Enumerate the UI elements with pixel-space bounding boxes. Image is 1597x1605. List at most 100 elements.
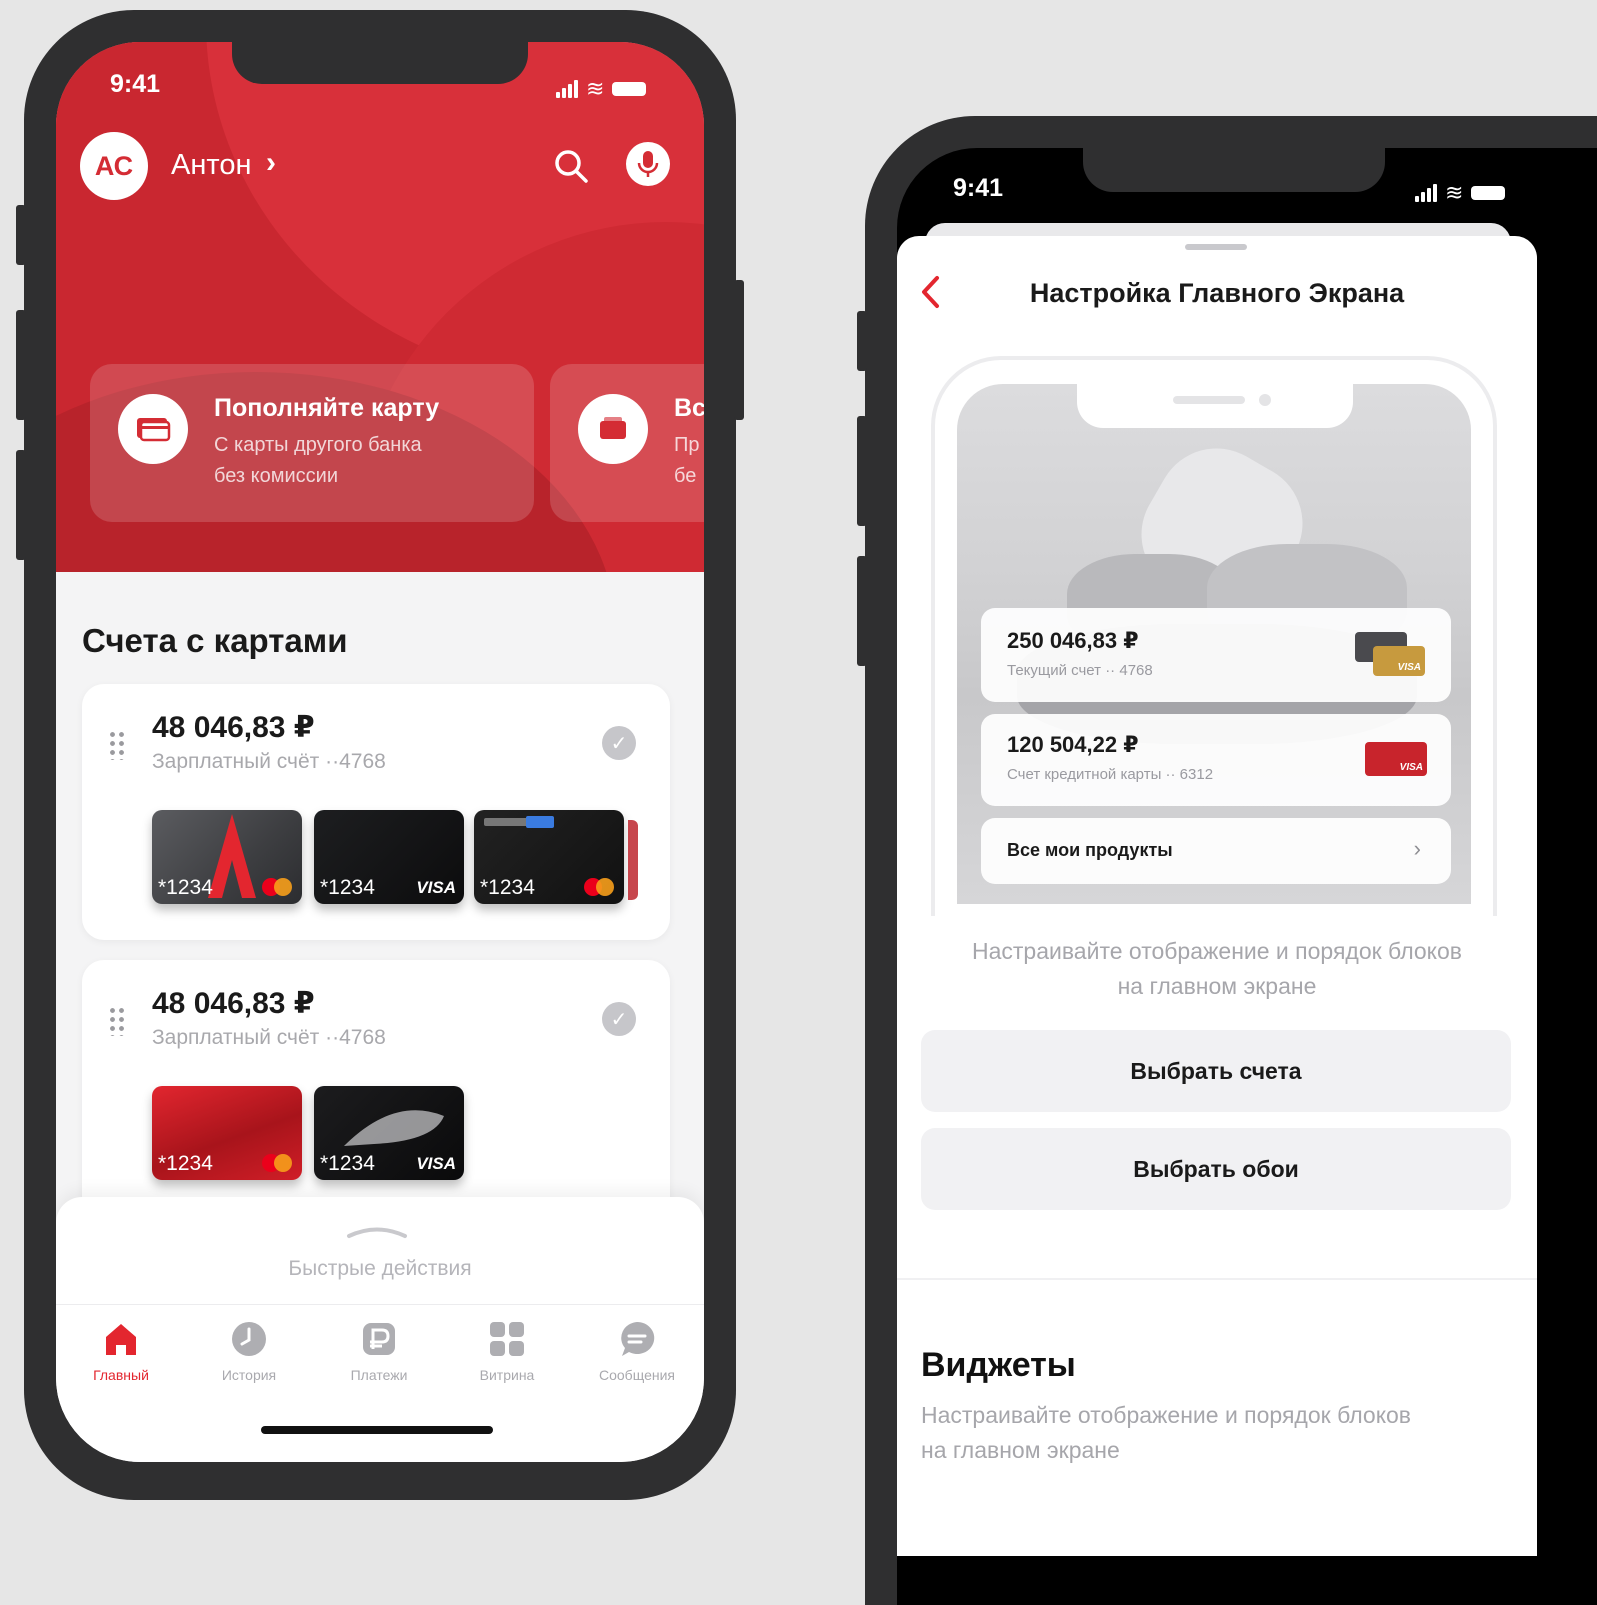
preview-card: VISA [1373, 646, 1425, 676]
account-amount: 48 046,83 ₽ [152, 987, 315, 1020]
status-icons: ≋ [556, 76, 647, 101]
mastercard-icon [262, 1154, 292, 1172]
chevron-up-icon[interactable] [346, 1225, 408, 1239]
preview-account-row: 250 046,83 ₽ Текущий счет ·· 4768 VISA [981, 608, 1451, 702]
tab-label: Сообщения [599, 1367, 675, 1383]
notch [232, 42, 528, 84]
grid-icon [490, 1322, 524, 1356]
promo-title: Вс [674, 394, 704, 422]
notch [1083, 148, 1385, 192]
divider [897, 1278, 1537, 1280]
quick-actions-label: Быстрые действия [288, 1257, 472, 1280]
promo-subtitle: С карты другого банка без комиссии [214, 430, 422, 492]
volume-down-button [16, 450, 26, 560]
microphone-icon [637, 151, 659, 177]
microphone-button[interactable] [626, 142, 670, 186]
battery-icon [1471, 186, 1506, 200]
promo-card-second[interactable]: Вс Пр бе [550, 364, 704, 522]
tab-history[interactable]: История [184, 1319, 314, 1383]
card-number: *1234 [480, 876, 535, 899]
promo-subtitle-line: С карты другого банка [214, 434, 422, 456]
status-time: 9:41 [953, 174, 1004, 202]
promo-subtitle-line: без комиссии [214, 465, 339, 487]
account-card[interactable]: 48 046,83 ₽ Зарплатный счёт ··4768 ✓ *12… [82, 960, 670, 1220]
checkmark-icon[interactable]: ✓ [602, 726, 636, 760]
visa-logo: VISA [416, 1154, 456, 1173]
chat-icon [621, 1321, 655, 1356]
preview-hint: Настраивайте отображение и порядок блоко… [971, 938, 1463, 999]
signal-icon [556, 80, 578, 98]
visa-logo: VISA [1397, 662, 1421, 673]
avatar[interactable]: АС [80, 132, 148, 200]
promo-card-topup[interactable]: Пополняйте карту С карты другого банка б… [90, 364, 534, 522]
clock-icon [232, 1322, 266, 1356]
power-button [734, 280, 744, 420]
promo-subtitle: Пр бе [674, 430, 700, 492]
battery-icon [612, 82, 647, 96]
visa-logo: VISA [1399, 762, 1423, 773]
bank-card[interactable]: *1234 [152, 1086, 302, 1180]
home-icon [106, 1324, 136, 1355]
tab-label: Витрина [479, 1367, 535, 1383]
account-amount: 48 046,83 ₽ [152, 711, 315, 744]
promo-subtitle-line: бе [674, 465, 697, 487]
preview-card: VISA [1365, 742, 1427, 776]
signal-icon [1415, 184, 1437, 202]
tab-payments[interactable]: Платежи [314, 1319, 444, 1383]
volume-down-button [857, 556, 867, 666]
drag-handle-icon[interactable] [108, 730, 126, 760]
phone-settings-screen: 9:41 ≋ Настройка Главного Экрана 250 046… [857, 116, 1597, 1605]
bank-card[interactable]: *1234 VISA [314, 1086, 464, 1180]
drag-handle-icon[interactable] [108, 1006, 126, 1036]
choose-wallpaper-button[interactable]: Выбрать обои [921, 1128, 1511, 1210]
home-indicator [261, 1426, 493, 1434]
account-subtitle: Зарплатный счёт ··4768 [152, 1026, 386, 1049]
screen-title: Настройка Главного Экрана [1029, 278, 1405, 308]
wallet-icon [578, 394, 648, 464]
preview-account-row: 120 504,22 ₽ Счет кредитной карты ·· 631… [981, 714, 1451, 806]
tab-label: История [221, 1367, 277, 1383]
search-icon[interactable] [552, 147, 590, 185]
mastercard-icon [262, 878, 292, 896]
tab-messages[interactable]: Сообщения [572, 1319, 702, 1383]
card-number: *1234 [158, 1152, 213, 1175]
settings-screen: 9:41 ≋ Настройка Главного Экрана 250 046… [897, 148, 1597, 1605]
phone-main-screen: 9:41 ≋ АС Антон › Пополняйте карту С кар… [16, 10, 744, 1500]
preview-all-products-row: Все мои продукты › [981, 818, 1451, 884]
status-time: 9:41 [110, 70, 161, 98]
tab-showcase[interactable]: Витрина [442, 1319, 572, 1383]
preview-speaker [1173, 396, 1245, 404]
choose-accounts-button[interactable]: Выбрать счета [921, 1030, 1511, 1112]
card-number: *1234 [320, 876, 375, 899]
bank-card[interactable]: *1234 VISA [314, 810, 464, 904]
widgets-subtitle: Настраивайте отображение и порядок блоко… [921, 1402, 1412, 1463]
mute-switch [857, 311, 867, 371]
sheet-grabber[interactable] [1185, 244, 1247, 250]
tab-label: Платежи [350, 1367, 408, 1383]
wifi-icon: ≋ [586, 76, 605, 101]
preview-camera [1259, 394, 1271, 406]
user-name[interactable]: Антон [171, 149, 251, 182]
preview-amount: 250 046,83 ₽ [1007, 628, 1139, 653]
chevron-right-icon: › [1413, 836, 1421, 861]
volume-up-button [857, 416, 867, 526]
tab-home[interactable]: Главный [56, 1319, 186, 1383]
widgets-title: Виджеты [921, 1346, 1076, 1384]
chevron-right-icon[interactable]: › [266, 146, 276, 180]
preview-subtitle: Текущий счет ·· 4768 [1007, 662, 1153, 679]
bank-card[interactable]: *1234 [152, 810, 302, 904]
visa-logo: VISA [416, 878, 456, 897]
checkmark-icon[interactable]: ✓ [602, 1002, 636, 1036]
card-number: *1234 [320, 1152, 375, 1175]
bank-card[interactable]: *1234 [474, 810, 624, 904]
preview-amount: 120 504,22 ₽ [1007, 732, 1139, 757]
mute-switch [16, 205, 26, 265]
preview-subtitle: Счет кредитной карты ·· 6312 [1007, 766, 1214, 783]
quick-actions-panel[interactable]: Быстрые действия [56, 1197, 704, 1317]
settings-sheet: Настройка Главного Экрана 250 046,83 ₽ Т… [897, 236, 1537, 1556]
promo-subtitle-line: Пр [674, 434, 700, 456]
card-icon [118, 394, 188, 464]
promo-title: Пополняйте карту [214, 394, 440, 422]
account-card[interactable]: 48 046,83 ₽ Зарплатный счёт ··4768 ✓ *12… [82, 684, 670, 940]
volume-up-button [16, 310, 26, 420]
